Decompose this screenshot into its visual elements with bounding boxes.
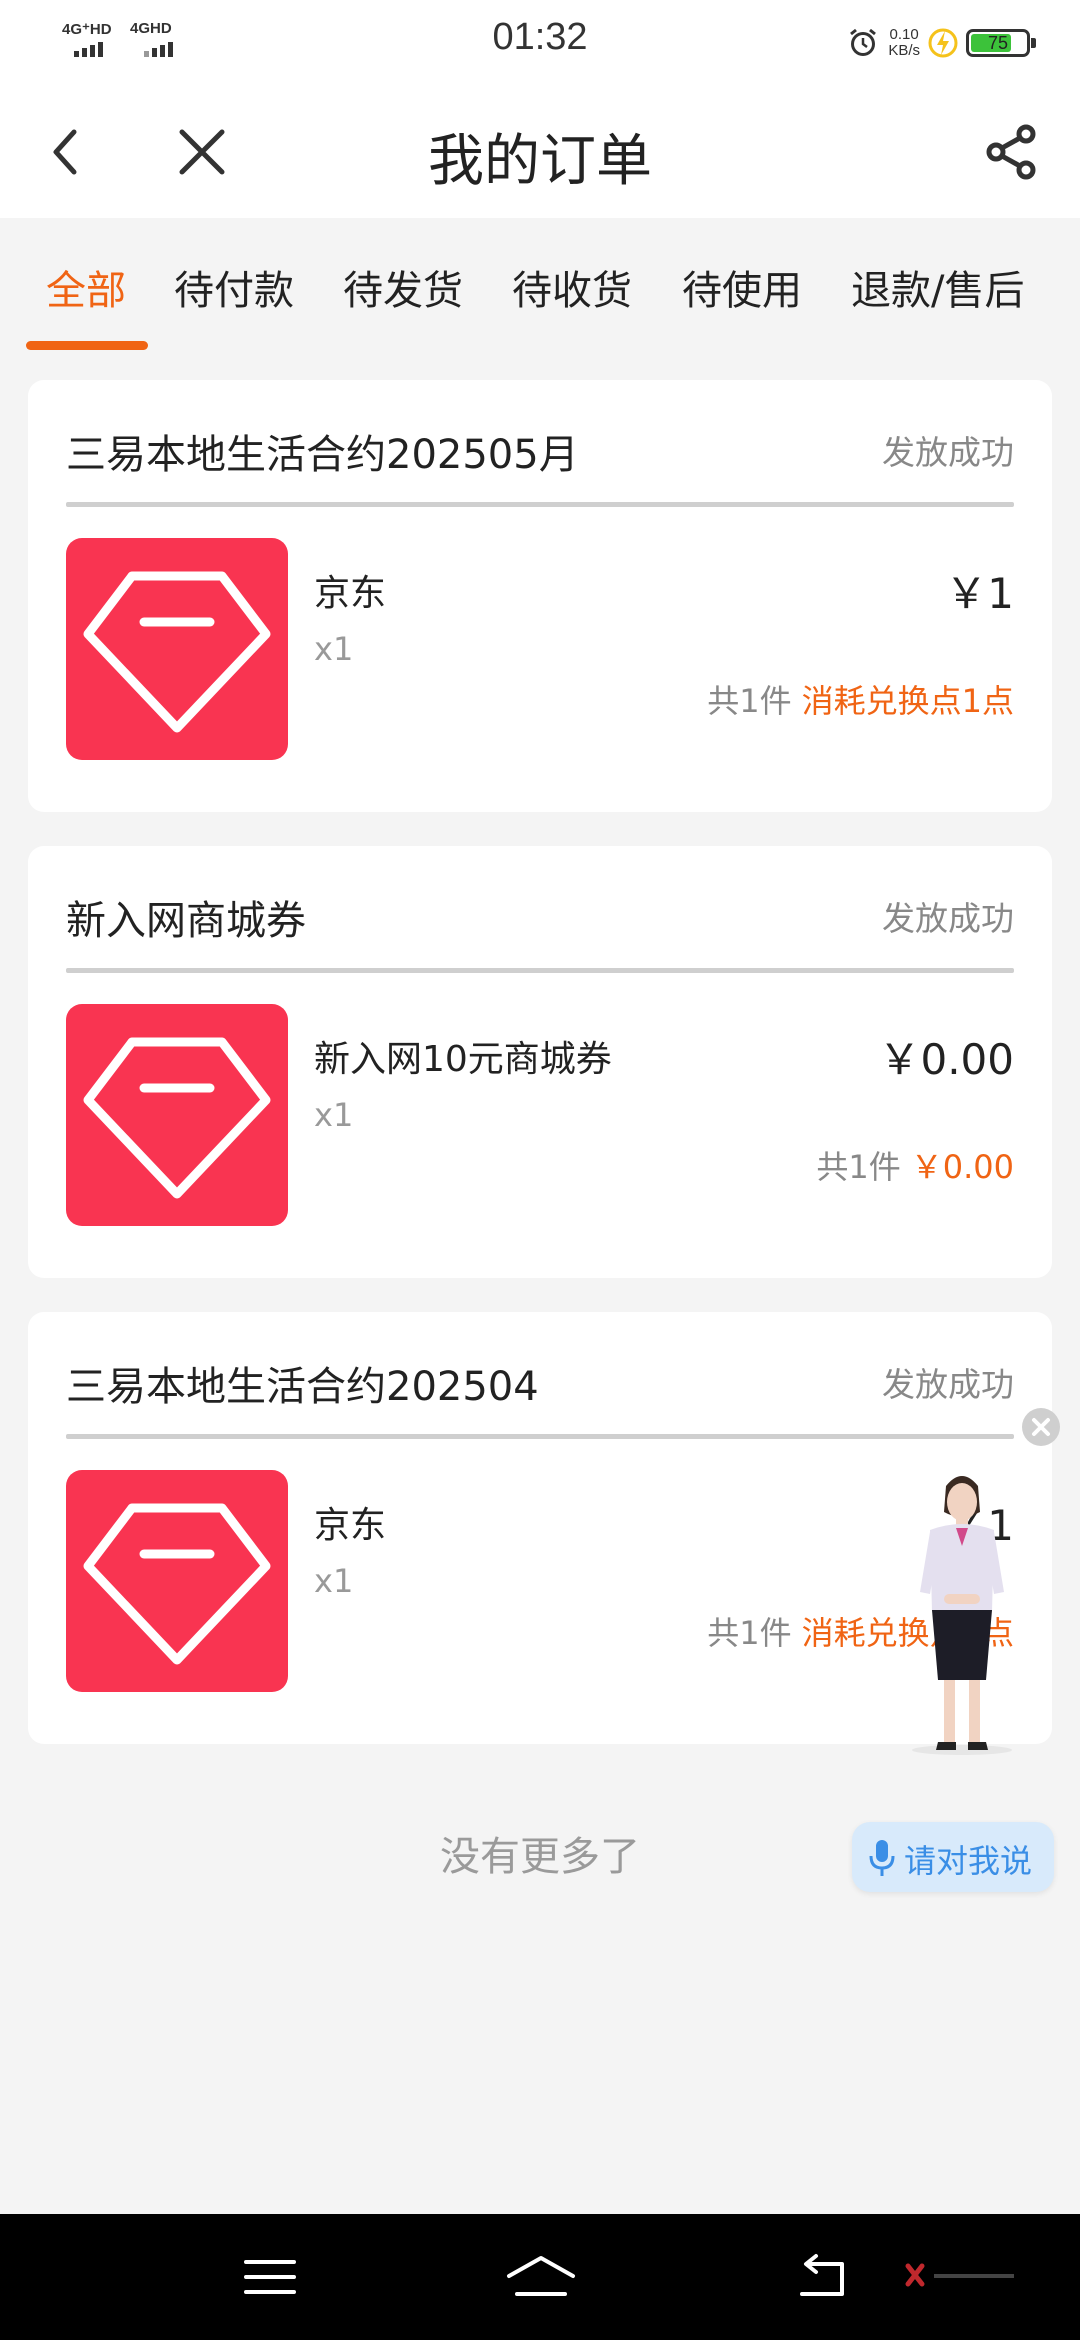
order-card[interactable]: 新入网商城券 发放成功 新入网10元商城券 x1 ￥0.00 共1件 ￥0.00 xyxy=(28,846,1052,1278)
item-quantity: x1 xyxy=(314,1562,354,1600)
order-tabs: 全部 待付款 待发货 待收货 待使用 退款/售后 xyxy=(0,218,1080,358)
voice-assistant-button[interactable]: 请对我说 xyxy=(852,1822,1054,1892)
order-cost: 消耗兑换点1点 xyxy=(801,682,1014,720)
menu-icon xyxy=(244,2260,296,2294)
virtual-assistant-avatar[interactable] xyxy=(900,1466,1024,1756)
net-speed: 0.10 KB/s xyxy=(888,27,920,59)
status-bar: 4G⁺HD 4GHD 01:32 0.10 KB/s 75 xyxy=(0,0,1080,84)
net-speed-unit: KB/s xyxy=(888,42,920,59)
item-name: 京东 xyxy=(314,1505,387,1546)
order-status: 发放成功 xyxy=(882,1365,1014,1404)
item-price: ￥1 xyxy=(945,569,1014,618)
tab-all[interactable]: 全部 xyxy=(46,258,126,316)
divider xyxy=(66,968,1014,973)
net-speed-value: 0.10 xyxy=(889,26,919,43)
item-name: 新入网10元商城券 xyxy=(314,1039,612,1080)
status-icons: 0.10 KB/s 75 xyxy=(846,20,1036,66)
tab-pending-payment[interactable]: 待付款 xyxy=(174,258,294,316)
diamond-icon xyxy=(83,1037,271,1199)
item-count: 共1件 xyxy=(816,1148,901,1186)
tab-pending-shipment[interactable]: 待发货 xyxy=(343,258,463,316)
item-count: 共1件 xyxy=(707,682,792,720)
order-title: 新入网商城券 xyxy=(66,898,306,944)
item-count: 共1件 xyxy=(707,1614,792,1652)
home-icon xyxy=(507,2256,575,2296)
page-title: 我的订单 xyxy=(428,129,652,194)
divider xyxy=(66,1434,1014,1439)
product-image[interactable] xyxy=(66,1004,288,1226)
divider xyxy=(66,502,1014,507)
order-card[interactable]: 三易本地生活合约202504 发放成功 京东 x1 ￥1 共1件 消耗兑换点1点 xyxy=(28,1312,1052,1744)
back-arrow-icon xyxy=(800,2254,844,2296)
home-button[interactable] xyxy=(505,2250,577,2304)
assistant-figure-icon xyxy=(912,1476,1012,1755)
order-card[interactable]: 三易本地生活合约202505月 发放成功 京东 x1 ￥1 共1件 消耗兑换点1点 xyxy=(28,380,1052,812)
tab-pending-receipt[interactable]: 待收货 xyxy=(512,258,632,316)
share-icon xyxy=(986,124,1036,180)
order-summary: 共1件 ￥0.00 xyxy=(816,1142,1014,1188)
assistant-close-button[interactable] xyxy=(1022,1408,1060,1446)
share-button[interactable] xyxy=(980,120,1044,184)
item-quantity: x1 xyxy=(314,630,354,668)
item-name: 京东 xyxy=(314,573,387,614)
product-image[interactable] xyxy=(66,1470,288,1692)
battery-icon: 75 xyxy=(966,29,1036,57)
voice-assistant-label: 请对我说 xyxy=(904,1842,1033,1880)
watermark-logo xyxy=(904,2262,1024,2292)
order-status: 发放成功 xyxy=(882,433,1014,472)
order-status: 发放成功 xyxy=(882,899,1014,938)
product-image[interactable] xyxy=(66,538,288,760)
item-quantity: x1 xyxy=(314,1096,354,1134)
order-cost: ￥0.00 xyxy=(910,1148,1014,1186)
charging-icon xyxy=(928,28,958,58)
tab-pending-use[interactable]: 待使用 xyxy=(682,258,802,316)
system-navigation-bar xyxy=(0,2214,1080,2340)
diamond-icon xyxy=(83,1503,271,1665)
active-tab-indicator xyxy=(26,341,148,350)
alarm-icon xyxy=(850,28,877,56)
nav-bar: 我的订单 xyxy=(0,84,1080,218)
close-icon xyxy=(1032,1418,1050,1436)
microphone-icon xyxy=(869,1840,895,1876)
watermark-icon xyxy=(905,2263,1014,2287)
tab-refund-aftersale[interactable]: 退款/售后 xyxy=(851,258,1024,316)
battery-percent: 75 xyxy=(987,33,1009,53)
order-summary: 共1件 消耗兑换点1点 xyxy=(707,676,1014,722)
back-nav-button[interactable] xyxy=(792,2250,852,2304)
order-title: 三易本地生活合约202505月 xyxy=(66,432,579,478)
item-price: ￥0.00 xyxy=(878,1035,1014,1084)
order-title: 三易本地生活合约202504 xyxy=(66,1364,539,1410)
diamond-icon xyxy=(83,571,271,733)
menu-button[interactable] xyxy=(240,2250,300,2304)
